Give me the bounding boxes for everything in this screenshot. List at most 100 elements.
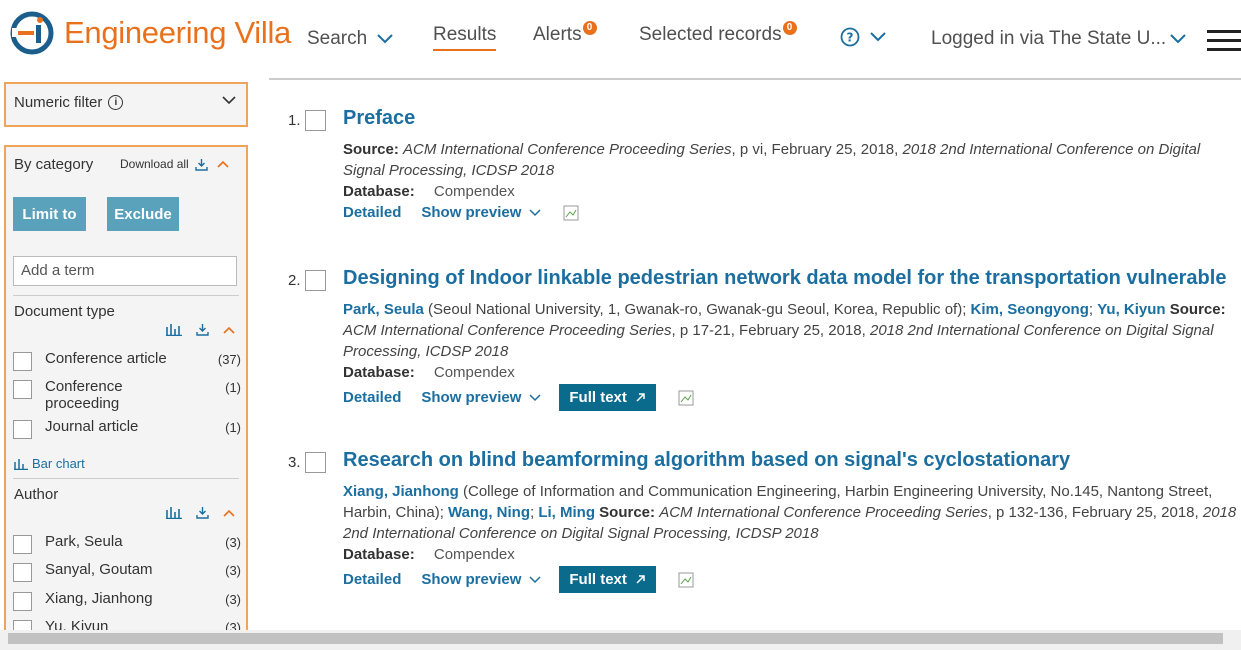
facet-label: Conference article: [45, 350, 167, 367]
facet-checkbox[interactable]: [13, 352, 32, 371]
database-label: Database:: [343, 364, 415, 381]
nav-alerts[interactable]: Alerts 0: [533, 21, 597, 46]
full-text-button[interactable]: Full text: [559, 384, 656, 411]
facet-count: (3): [225, 620, 241, 630]
external-link-icon: [636, 575, 645, 584]
full-text-button[interactable]: Full text: [559, 566, 656, 593]
numeric-filter-label: Numeric filter: [14, 94, 103, 111]
result-number: 2.: [288, 272, 301, 289]
horizontal-scrollbar[interactable]: [0, 630, 1241, 650]
document-type-tools: [166, 323, 235, 336]
show-preview-label: Show preview: [421, 571, 522, 588]
header-divider: [269, 78, 1241, 80]
chevron-down-icon: [377, 34, 393, 44]
author-link[interactable]: Park, Seula: [343, 301, 424, 318]
chevron-down-icon: [529, 575, 541, 583]
source-pages: , p vi, February 25, 2018,: [731, 141, 903, 158]
database-value: Compendex: [433, 183, 515, 200]
show-preview-toggle[interactable]: Show preview: [421, 389, 541, 406]
database-label: Database:: [343, 183, 415, 200]
source-pages: , p 17-21, February 25, 2018,: [671, 322, 870, 339]
result-details: Source: ACM International Conference Pro…: [343, 139, 1238, 202]
show-preview-label: Show preview: [421, 389, 522, 406]
database-label: Database:: [343, 546, 415, 563]
nav-search[interactable]: Search: [307, 28, 393, 50]
author-link[interactable]: Yu, Kiyun: [1097, 301, 1165, 318]
nav-selected-label: Selected records: [639, 24, 782, 45]
limit-to-button[interactable]: Limit to: [13, 197, 86, 231]
result-checkbox[interactable]: [305, 110, 326, 131]
broken-image-icon[interactable]: [563, 205, 579, 221]
bar-chart-icon[interactable]: [166, 323, 182, 336]
result-checkbox[interactable]: [305, 452, 326, 473]
divider: [13, 295, 239, 296]
bar-chart-icon[interactable]: [166, 506, 182, 519]
ei-logo-icon: [10, 11, 54, 55]
broken-image-icon[interactable]: [678, 390, 694, 406]
facet-checkbox[interactable]: [13, 420, 32, 439]
source-name: ACM International Conference Proceeding …: [343, 322, 672, 339]
download-all-link[interactable]: Download all: [120, 157, 229, 171]
download-all-label: Download all: [120, 157, 189, 171]
nav-search-label: Search: [307, 28, 368, 49]
facet-label: Sanyal, Goutam: [45, 561, 153, 578]
nav-selected-records[interactable]: Selected records 0: [639, 21, 797, 46]
top-header: Engineering Villa Search Results Alerts …: [0, 0, 1241, 78]
show-preview-toggle[interactable]: Show preview: [421, 571, 541, 588]
nav-alerts-label: Alerts: [533, 24, 582, 45]
show-preview-toggle[interactable]: Show preview: [421, 204, 541, 221]
result-title-link[interactable]: Designing of Indoor linkable pedestrian …: [343, 267, 1226, 290]
numeric-filter-panel[interactable]: Numeric filter i: [4, 82, 248, 127]
chevron-up-icon[interactable]: [223, 509, 235, 517]
facet-label: Park, Seula: [45, 533, 123, 550]
facet-checkbox[interactable]: [13, 592, 32, 611]
result-details: Park, Seula (Seoul National University, …: [343, 301, 1226, 381]
by-category-title: By category: [14, 156, 94, 173]
bar-chart-link[interactable]: Bar chart: [14, 456, 85, 471]
nav-results-label: Results: [433, 24, 497, 45]
brand-logo[interactable]: Engineering Villa: [10, 11, 291, 55]
hamburger-menu-icon[interactable]: [1207, 30, 1241, 57]
result-title-link[interactable]: Research on blind beamforming algorithm …: [343, 449, 1070, 472]
info-icon[interactable]: i: [108, 95, 124, 110]
author-link[interactable]: Li, Ming: [538, 504, 595, 521]
result-checkbox[interactable]: [305, 270, 326, 291]
detailed-link[interactable]: Detailed: [343, 389, 401, 406]
detailed-link[interactable]: Detailed: [343, 571, 401, 588]
detailed-link[interactable]: Detailed: [343, 204, 401, 221]
author-link[interactable]: Kim, Seongyong: [971, 301, 1089, 318]
broken-image-icon[interactable]: [678, 572, 694, 588]
scrollbar-thumb[interactable]: [8, 633, 1223, 644]
document-type-title: Document type: [14, 303, 115, 320]
source-label: Source:: [1169, 301, 1226, 318]
selected-count-badge: 0: [782, 21, 797, 35]
exclude-button[interactable]: Exclude: [107, 197, 179, 231]
chevron-up-icon[interactable]: [217, 160, 229, 168]
download-icon[interactable]: [196, 506, 209, 519]
facet-checkbox[interactable]: [13, 380, 32, 399]
nav-results[interactable]: Results: [433, 24, 497, 51]
source-label: Source:: [343, 141, 399, 158]
chevron-down-icon: [1170, 34, 1186, 44]
facet-checkbox[interactable]: [13, 535, 32, 554]
result-number: 1.: [288, 112, 301, 129]
nav-login-menu[interactable]: Logged in via The State U...: [931, 28, 1186, 50]
external-link-icon: [636, 393, 645, 402]
bar-chart-label: Bar chart: [32, 456, 85, 471]
nav-help[interactable]: ?: [840, 27, 886, 47]
chevron-down-icon[interactable]: [222, 96, 236, 105]
facet-checkbox[interactable]: [13, 620, 32, 630]
source-pages: , p 132-136, February 25, 2018,: [987, 504, 1203, 521]
result-title-link[interactable]: Preface: [343, 107, 415, 130]
add-term-input[interactable]: Add a term: [13, 256, 237, 286]
author-link[interactable]: Wang, Ning: [448, 504, 530, 521]
database-value: Compendex: [433, 364, 515, 381]
author-title: Author: [14, 486, 59, 503]
chevron-up-icon[interactable]: [223, 326, 235, 334]
chevron-down-icon: [870, 32, 886, 42]
author-link[interactable]: Xiang, Jianhong: [343, 483, 459, 500]
download-icon[interactable]: [196, 323, 209, 336]
facet-count: (1): [225, 380, 241, 395]
facet-checkbox[interactable]: [13, 563, 32, 582]
chevron-down-icon: [529, 208, 541, 216]
